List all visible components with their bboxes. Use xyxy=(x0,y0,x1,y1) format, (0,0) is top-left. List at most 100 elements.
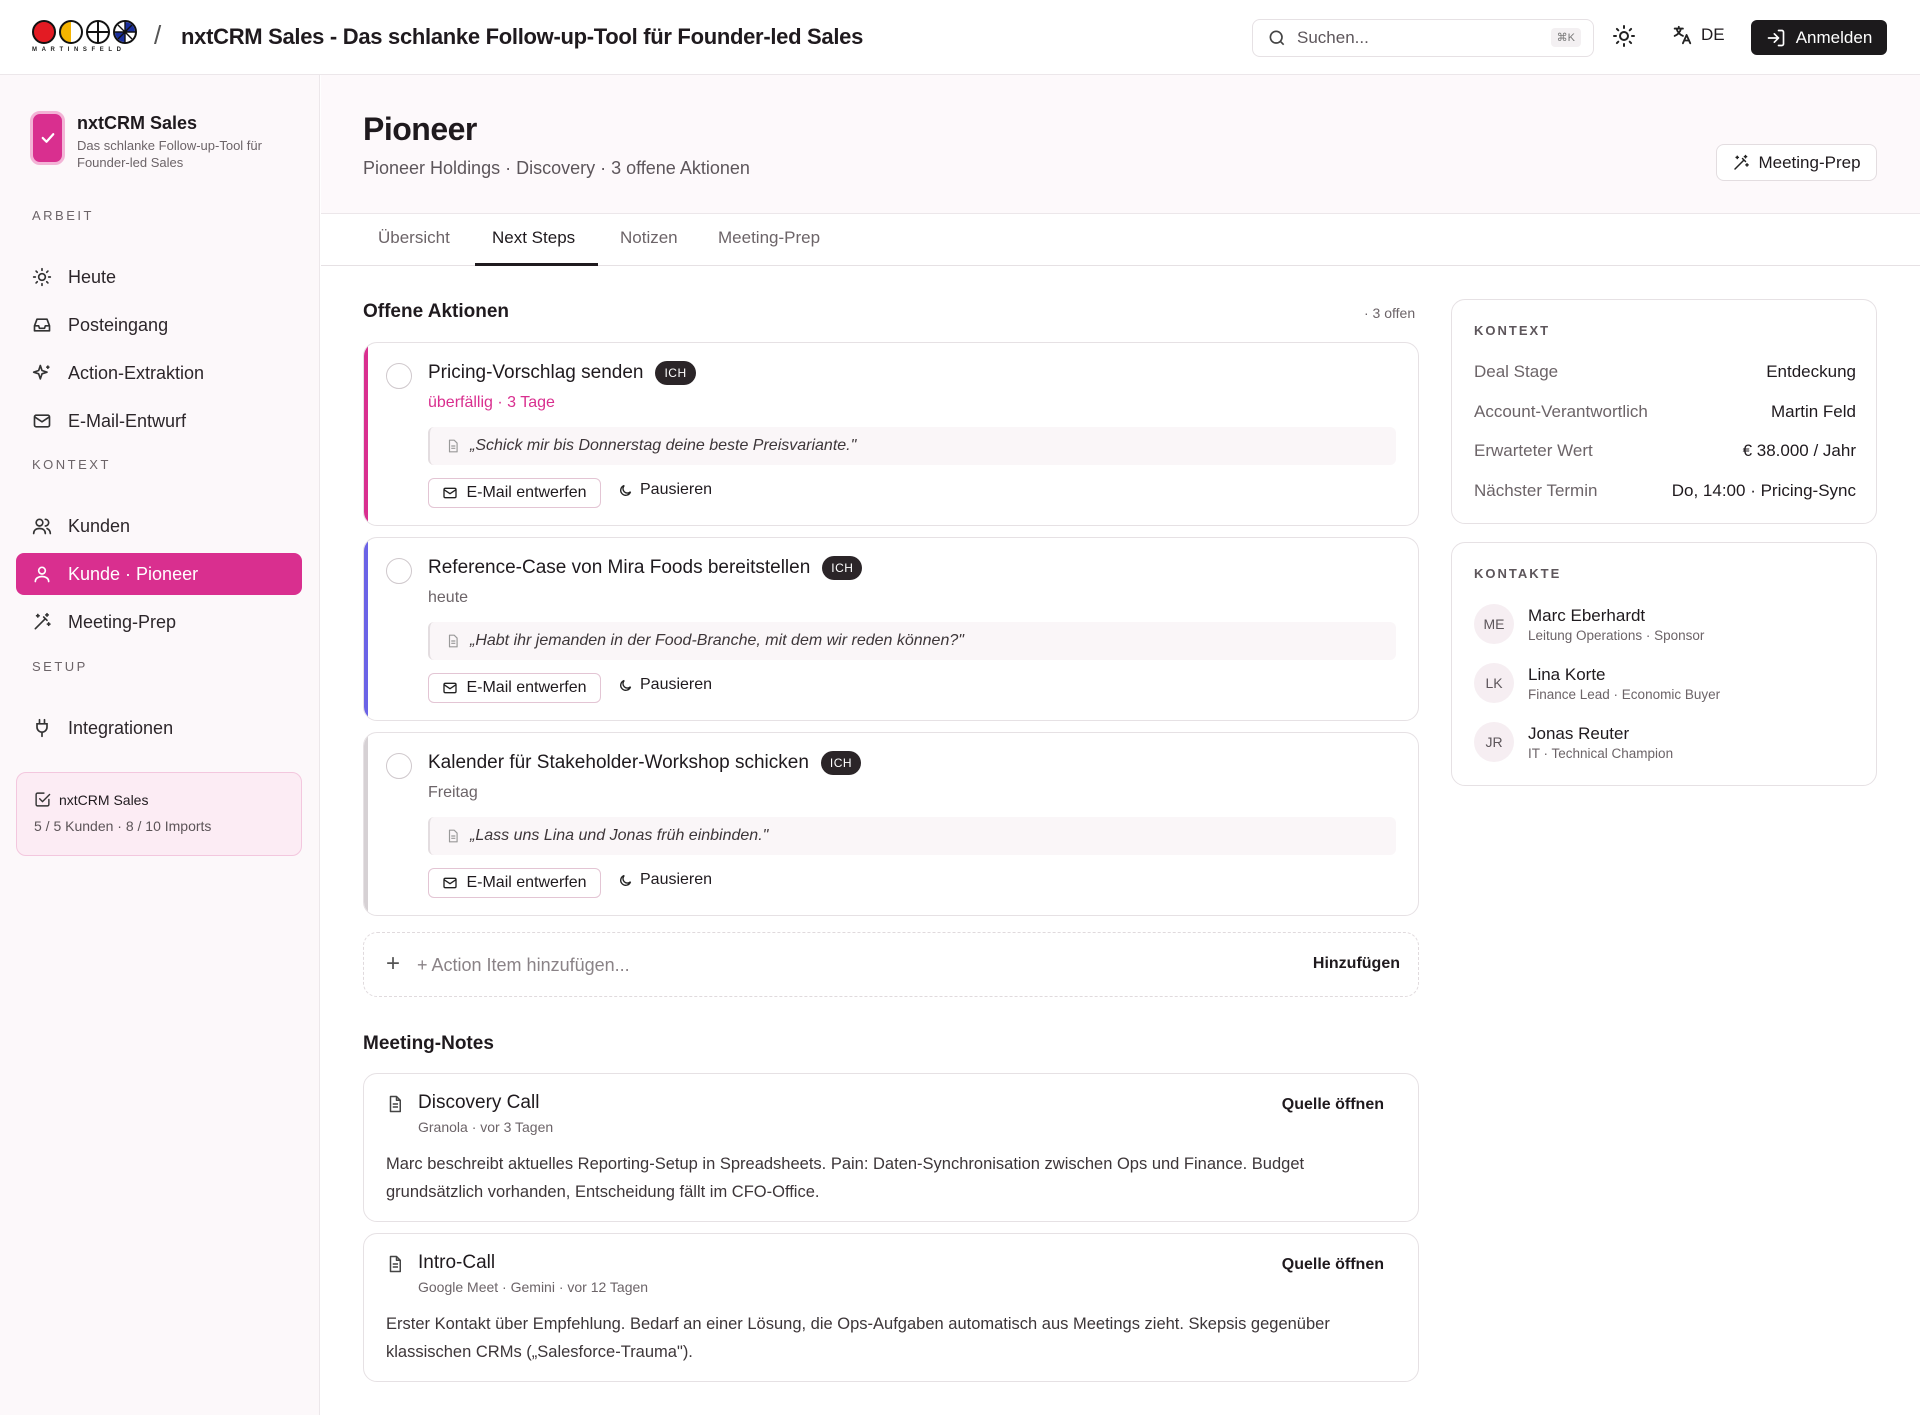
sidebar-item-meeting-prep[interactable]: Meeting-Prep xyxy=(16,601,302,643)
meeting-note-card: Discovery Call Granola · vor 3 Tagen Que… xyxy=(363,1073,1419,1222)
contacts-heading: KONTAKTE xyxy=(1474,566,1562,581)
pause-button[interactable]: Pausieren xyxy=(618,481,712,499)
contact-role: IT · Technical Champion xyxy=(1528,745,1674,761)
meeting-prep-button[interactable]: Meeting-Prep xyxy=(1716,144,1877,181)
contact-item[interactable]: LK Lina Korte Finance Lead · Economic Bu… xyxy=(1474,663,1720,703)
action-title: Reference-Case von Mira Foods bereitstel… xyxy=(428,557,811,578)
sidebar-item-posteingang[interactable]: Posteingang xyxy=(16,304,302,346)
plug-icon xyxy=(32,718,52,738)
plan-usage-card[interactable]: nxtCRM Sales 5 / 5 Kunden · 8 / 10 Impor… xyxy=(16,772,302,856)
logo-blue-circle xyxy=(113,20,137,44)
action-title: Pricing-Vorschlag senden xyxy=(428,362,644,383)
action-item: Kalender für Stakeholder-Workshop schick… xyxy=(363,732,1419,916)
sidebar-item-label: Meeting-Prep xyxy=(68,611,177,632)
pause-button[interactable]: Pausieren xyxy=(618,871,712,889)
sidebar-item-email-entwurf[interactable]: E-Mail-Entwurf xyxy=(16,400,302,442)
users-icon xyxy=(32,516,52,536)
contact-role: Finance Lead · Economic Buyer xyxy=(1528,686,1721,702)
logo-cross-circle xyxy=(86,20,110,44)
workspace-brand[interactable]: nxtCRM Sales Das schlanke Follow-up-Tool… xyxy=(30,111,277,171)
sidebar-item-integrationen[interactable]: Integrationen xyxy=(16,707,302,749)
context-heading: KONTEXT xyxy=(1474,323,1551,338)
search-input[interactable]: Suchen... ⌘K xyxy=(1252,19,1594,57)
sidebar-item-label: Kunden xyxy=(68,515,131,536)
open-actions-title: Offene Aktionen xyxy=(363,301,510,322)
document-icon xyxy=(386,1254,404,1274)
search-placeholder: Suchen... xyxy=(1297,28,1369,47)
avatar: ME xyxy=(1474,604,1514,644)
logo-yellow-circle xyxy=(59,20,83,44)
context-key: Deal Stage xyxy=(1474,362,1559,381)
note-meta: Google Meet · Gemini · vor 12 Tagen xyxy=(418,1279,649,1295)
sidebar-item-kunde-pioneer[interactable]: Kunde · Pioneer xyxy=(16,553,302,595)
priority-bar xyxy=(364,733,368,915)
sidebar-item-label: Integrationen xyxy=(68,717,174,738)
contact-item[interactable]: JR Jonas Reuter IT · Technical Champion xyxy=(1474,722,1673,762)
page-header: Pioneer Pioneer Holdings · Discovery · 3… xyxy=(321,75,1920,214)
magic-wand-icon xyxy=(1732,154,1750,172)
add-action-row[interactable]: + + Action Item hinzufügen... Hinzufügen xyxy=(363,932,1419,997)
owner-badge: ICH xyxy=(655,361,696,385)
tab-meeting-prep[interactable]: Meeting-Prep xyxy=(718,228,820,248)
sidebar-item-heute[interactable]: Heute xyxy=(16,256,302,298)
mail-icon xyxy=(442,680,458,696)
martinsfeld-logo[interactable]: MARTINSFELD xyxy=(32,20,140,56)
due-status: heute xyxy=(428,589,469,606)
quote-text: „Schick mir bis Donnerstag deine beste P… xyxy=(470,437,857,454)
sidebar-item-label: E-Mail-Entwurf xyxy=(68,410,187,431)
context-panel: KONTEXT Deal Stage Entdeckung Account-Ve… xyxy=(1451,299,1877,524)
priority-bar xyxy=(364,343,368,525)
context-row: Nächster Termin Do, 14:00 · Pricing-Sync xyxy=(1474,481,1856,501)
app-title: nxtCRM Sales - Das schlanke Follow-up-To… xyxy=(181,24,864,49)
tab-notizen[interactable]: Notizen xyxy=(620,228,678,248)
language-switcher[interactable]: DE xyxy=(1671,24,1725,46)
login-button[interactable]: Anmelden xyxy=(1751,20,1887,55)
due-status: Freitag xyxy=(428,784,478,801)
sun-icon xyxy=(32,267,52,287)
pause-label: Pausieren xyxy=(640,676,713,693)
tab-uebersicht[interactable]: Übersicht xyxy=(378,228,450,248)
mail-icon xyxy=(442,875,458,891)
complete-checkbox[interactable] xyxy=(386,363,412,389)
moon-icon xyxy=(618,873,633,888)
sidebar-item-action-extraktion[interactable]: Action-Extraktion xyxy=(16,352,302,394)
draft-email-button[interactable]: E-Mail entwerfen xyxy=(428,868,601,898)
priority-bar xyxy=(364,538,368,720)
draft-email-button[interactable]: E-Mail entwerfen xyxy=(428,673,601,703)
plan-name: nxtCRM Sales xyxy=(59,791,149,808)
complete-checkbox[interactable] xyxy=(386,558,412,584)
note-title: Discovery Call xyxy=(418,1092,540,1113)
breadcrumb-separator: / xyxy=(154,20,162,50)
context-key: Nächster Termin xyxy=(1474,481,1598,500)
context-key: Account-Verantwortlich xyxy=(1474,402,1648,421)
contact-role: Leitung Operations · Sponsor xyxy=(1528,627,1705,643)
sidebar-item-kunden[interactable]: Kunden xyxy=(16,505,302,547)
avatar: LK xyxy=(1474,663,1514,703)
complete-checkbox[interactable] xyxy=(386,753,412,779)
login-label: Anmelden xyxy=(1795,27,1873,47)
theme-toggle-button[interactable] xyxy=(1612,24,1640,52)
top-bar: MARTINSFELD / nxtCRM Sales - Das schlank… xyxy=(0,0,1920,75)
login-icon xyxy=(1766,28,1786,48)
inbox-icon xyxy=(32,315,52,335)
open-source-link[interactable]: Quelle öffnen xyxy=(1282,1096,1384,1114)
page-subtitle: Pioneer Holdings · Discovery · 3 offene … xyxy=(363,158,750,178)
sidebar-item-label: Posteingang xyxy=(68,314,169,335)
context-row: Deal Stage Entdeckung xyxy=(1474,362,1856,382)
contact-item[interactable]: ME Marc Eberhardt Leitung Operations · S… xyxy=(1474,604,1704,644)
sidebar-item-label: Heute xyxy=(68,266,117,287)
draft-email-button[interactable]: E-Mail entwerfen xyxy=(428,478,601,508)
contact-name: Marc Eberhardt xyxy=(1528,605,1646,625)
add-action-button[interactable]: Hinzufügen xyxy=(1313,955,1400,973)
search-shortcut: ⌘K xyxy=(1550,28,1581,47)
add-action-input[interactable]: + Action Item hinzufügen... xyxy=(417,955,630,976)
document-icon xyxy=(446,438,460,454)
draft-email-label: E-Mail entwerfen xyxy=(466,679,587,696)
context-row: Account-Verantwortlich Martin Feld xyxy=(1474,402,1856,422)
open-source-link[interactable]: Quelle öffnen xyxy=(1282,1256,1384,1274)
document-icon xyxy=(386,1094,404,1114)
document-icon xyxy=(446,828,460,844)
pause-button[interactable]: Pausieren xyxy=(618,676,712,694)
tab-next-steps[interactable]: Next Steps xyxy=(492,228,575,248)
nav-section-arbeit: ARBEIT xyxy=(32,208,94,223)
